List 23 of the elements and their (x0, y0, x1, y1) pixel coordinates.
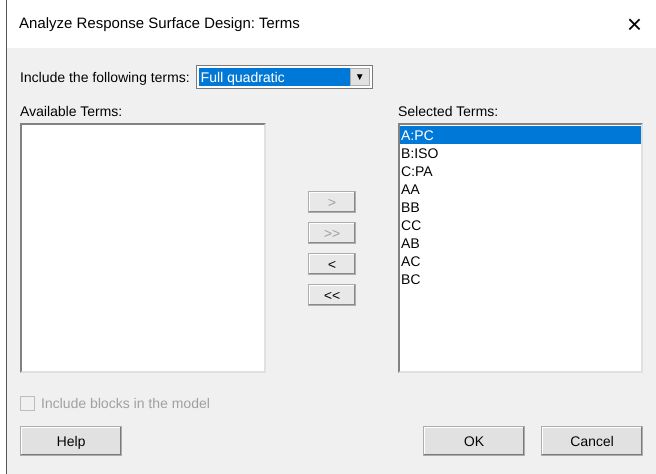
term-item[interactable]: A:PC (400, 126, 641, 144)
available-terms-label: Available Terms: (20, 102, 124, 121)
include-terms-label: Include the following terms: (20, 68, 190, 87)
term-item[interactable]: CC (400, 216, 641, 234)
dialog-button[interactable]: Cancel (541, 426, 643, 456)
selected-terms-label: Selected Terms: (398, 102, 500, 121)
term-item[interactable]: BB (400, 198, 641, 216)
selected-terms-list[interactable]: A:PC B:ISO C:PA AA BB CC AB AC BC (398, 123, 643, 373)
term-item[interactable]: AB (400, 234, 641, 252)
move-button[interactable]: < (308, 253, 356, 275)
term-item[interactable]: AA (400, 180, 641, 198)
available-terms-list[interactable] (20, 123, 266, 373)
term-item[interactable]: B:ISO (400, 144, 641, 162)
window-title: Analyze Response Surface Design: Terms (19, 14, 300, 34)
dialog-button[interactable]: Help (20, 426, 122, 456)
checkbox-label: Include blocks in the model (41, 394, 210, 412)
term-item[interactable]: C:PA (400, 162, 641, 180)
terms-dropdown[interactable]: Full quadratic ▼ (196, 65, 373, 89)
move-button[interactable]: << (308, 284, 356, 306)
dialog-button[interactable]: OK (423, 426, 525, 456)
term-item[interactable]: BC (400, 270, 641, 288)
close-button[interactable]: × (618, 11, 650, 37)
term-item[interactable]: AC (400, 252, 641, 270)
